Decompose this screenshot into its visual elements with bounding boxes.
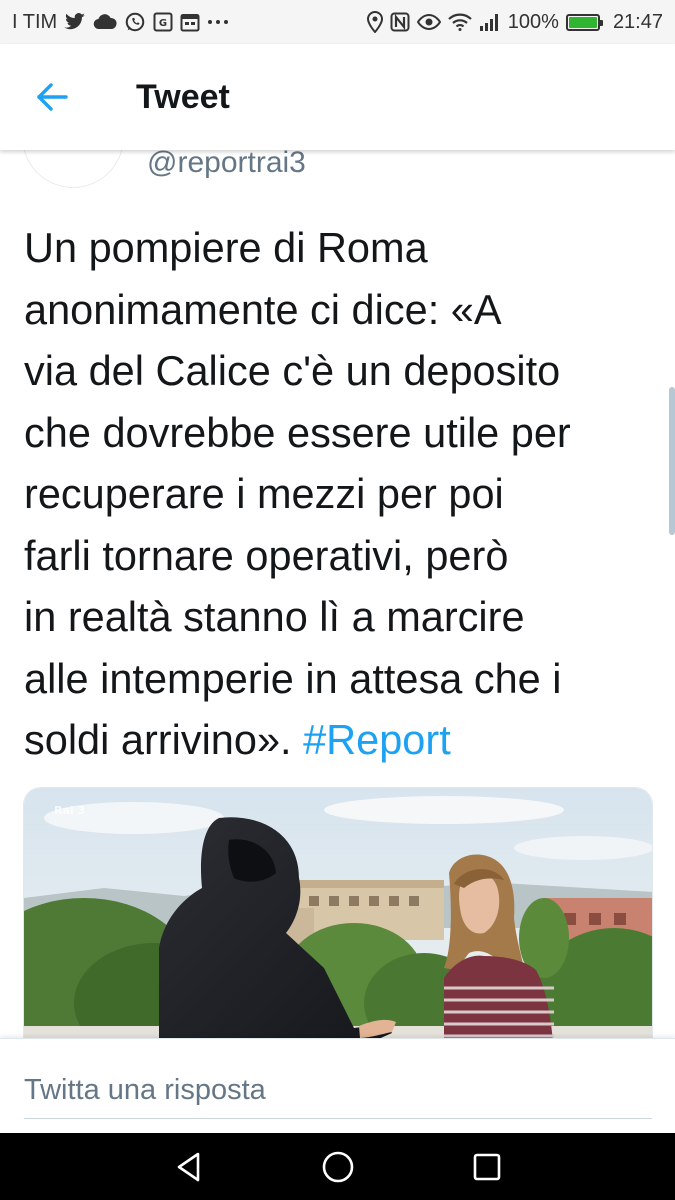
battery-percent: 100% — [507, 10, 559, 33]
arrow-left-icon — [37, 83, 68, 111]
tweet-text-body: Un pompiere di Roma anonimamente ci dice… — [24, 224, 571, 763]
twitter-icon — [64, 11, 86, 33]
page-title: Tweet — [136, 78, 230, 116]
nfc-icon — [390, 11, 410, 33]
user-handle[interactable]: @reportrai3 — [147, 150, 306, 181]
status-left: I TIM G — [12, 11, 229, 34]
nav-back-button[interactable] — [167, 1145, 211, 1189]
battery-icon — [565, 13, 603, 31]
square-recents-icon — [473, 1153, 500, 1180]
more-icon — [207, 11, 229, 33]
system-nav-bar — [0, 1133, 675, 1200]
media-video-thumbnail[interactable]: Rai 3 — [23, 787, 653, 1038]
scroll-indicator[interactable] — [669, 387, 675, 535]
triangle-back-icon — [177, 1152, 199, 1181]
location-icon — [366, 11, 383, 33]
back-button[interactable] — [24, 72, 80, 122]
calendar-icon — [180, 11, 200, 33]
status-bar: I TIM G 100% 21:47 — [0, 0, 675, 44]
clock: 21:47 — [612, 10, 663, 33]
hashtag-link[interactable]: #Report — [303, 716, 451, 763]
avatar[interactable] — [22, 150, 124, 188]
carrier-label: I TIM — [12, 10, 58, 33]
whatsapp-icon — [124, 11, 146, 33]
svg-text:G: G — [159, 18, 167, 29]
gallery-icon: G — [153, 11, 173, 33]
reply-input[interactable] — [24, 1063, 652, 1119]
svg-text:Rai 3: Rai 3 — [54, 804, 85, 817]
wifi-icon — [448, 11, 472, 33]
signal-icon — [479, 11, 501, 33]
tweet-detail: @reportrai3 Un pompiere di Roma anonimam… — [0, 150, 675, 1038]
status-right: 100% 21:47 — [366, 10, 663, 34]
circle-home-icon — [322, 1151, 353, 1182]
nav-recents-button[interactable] — [465, 1145, 509, 1189]
tweet-text: Un pompiere di Roma anonimamente ci dice… — [24, 217, 654, 771]
reply-bar — [0, 1038, 675, 1133]
cloud-icon — [93, 11, 117, 33]
eye-icon — [416, 11, 441, 33]
app-header: Tweet — [0, 44, 675, 150]
nav-home-button[interactable] — [316, 1145, 360, 1189]
battery-fill — [568, 16, 597, 28]
video-frame-image: Rai 3 — [24, 788, 652, 1038]
